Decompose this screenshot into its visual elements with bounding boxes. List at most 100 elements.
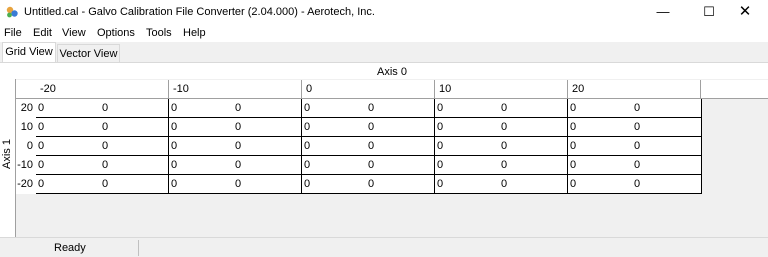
cell-value-axis0: 0 [437, 159, 444, 171]
axis0-label: Axis 0 [377, 66, 407, 78]
cell-value-axis1: 0 [634, 178, 641, 190]
grid-cell[interactable]: 00 [568, 137, 702, 156]
grid-cell[interactable]: 00 [435, 99, 568, 118]
row-header: -20 [16, 175, 36, 194]
cell-value-axis0: 0 [304, 159, 311, 171]
axis1-label: Axis 1 [0, 139, 13, 169]
grid-cell[interactable]: 00 [568, 156, 702, 175]
cell-value-axis0: 0 [171, 178, 178, 190]
cell-value-axis1: 0 [102, 178, 109, 190]
cell-value-axis1: 0 [235, 121, 242, 133]
cell-value-axis1: 0 [235, 178, 242, 190]
grid-cell[interactable]: 00 [36, 99, 169, 118]
grid-cell[interactable]: 00 [36, 118, 169, 137]
menu-tools[interactable]: Tools [146, 27, 172, 39]
cell-value-axis1: 0 [501, 140, 508, 152]
minimize-button[interactable]: — [640, 0, 686, 24]
row-header: 20 [16, 99, 36, 118]
table-row: 00 00 00 00 00 [36, 175, 702, 194]
grid-cell[interactable]: 00 [36, 156, 169, 175]
cell-value-axis0: 0 [570, 121, 577, 133]
grid-cell[interactable]: 00 [169, 175, 302, 194]
grid-cell[interactable]: 00 [435, 137, 568, 156]
menu-help[interactable]: Help [183, 27, 206, 39]
grid-cell[interactable]: 00 [302, 175, 435, 194]
cell-value-axis1: 0 [102, 159, 109, 171]
column-header: 10 [435, 80, 568, 99]
window-title: Untitled.cal - Galvo Calibration File Co… [24, 6, 375, 18]
view-tabs: Grid View Vector View [0, 42, 768, 62]
cell-value-axis0: 0 [437, 102, 444, 114]
title-bar: Untitled.cal - Galvo Calibration File Co… [0, 0, 768, 24]
cell-value-axis0: 0 [570, 140, 577, 152]
grid-cell[interactable]: 00 [302, 99, 435, 118]
cell-value-axis1: 0 [368, 159, 375, 171]
app-icon [6, 6, 18, 18]
grid-cell[interactable]: 00 [435, 156, 568, 175]
status-text: Ready [54, 242, 86, 254]
cell-value-axis1: 0 [368, 121, 375, 133]
cell-value-axis0: 0 [304, 102, 311, 114]
grid-cell[interactable]: 00 [36, 137, 169, 156]
row-header: 10 [16, 118, 36, 137]
grid-cell[interactable]: 00 [169, 156, 302, 175]
table-row: 00 00 00 00 00 [36, 99, 702, 118]
cell-value-axis0: 0 [570, 159, 577, 171]
cell-value-axis0: 0 [38, 178, 45, 190]
status-bar: Ready [0, 237, 768, 257]
cell-value-axis1: 0 [102, 121, 109, 133]
cell-value-axis0: 0 [171, 159, 178, 171]
cell-value-axis0: 0 [38, 102, 45, 114]
status-divider [138, 240, 139, 256]
grid-cell[interactable]: 00 [435, 175, 568, 194]
cell-value-axis0: 0 [304, 140, 311, 152]
grid-cell[interactable]: 00 [169, 137, 302, 156]
cell-value-axis0: 0 [570, 178, 577, 190]
table-row: 00 00 00 00 00 [36, 118, 702, 137]
cell-value-axis1: 0 [368, 102, 375, 114]
column-header: 0 [302, 80, 435, 99]
cell-value-axis1: 0 [501, 121, 508, 133]
menu-file[interactable]: File [4, 27, 22, 39]
cell-value-axis0: 0 [38, 159, 45, 171]
tab-vector-view[interactable]: Vector View [57, 44, 120, 62]
cell-value-axis1: 0 [102, 102, 109, 114]
menu-options[interactable]: Options [97, 27, 135, 39]
cell-value-axis0: 0 [171, 121, 178, 133]
menu-view[interactable]: View [62, 27, 86, 39]
table-row: 00 00 00 00 00 [36, 156, 702, 175]
column-header: -10 [169, 80, 302, 99]
grid-cell[interactable]: 00 [302, 118, 435, 137]
axis1-label-container: Axis 1 [0, 139, 16, 170]
cell-value-axis1: 0 [235, 140, 242, 152]
row-header: -10 [16, 156, 36, 175]
cell-value-axis0: 0 [38, 140, 45, 152]
grid-cell[interactable]: 00 [169, 118, 302, 137]
grid-cell[interactable]: 00 [568, 99, 702, 118]
grid-corner-header [16, 80, 36, 99]
cell-value-axis1: 0 [634, 159, 641, 171]
grid-cell[interactable]: 00 [435, 118, 568, 137]
menu-edit[interactable]: Edit [33, 27, 52, 39]
grid-cell[interactable]: 00 [302, 156, 435, 175]
cell-value-axis1: 0 [501, 102, 508, 114]
column-header: -20 [36, 80, 169, 99]
cell-value-axis0: 0 [38, 121, 45, 133]
table-row: 00 00 00 00 00 [36, 137, 702, 156]
cell-value-axis1: 0 [368, 178, 375, 190]
cell-value-axis1: 0 [634, 140, 641, 152]
column-header: 20 [568, 80, 701, 99]
column-header-filler [701, 80, 768, 99]
grid-cell[interactable]: 00 [36, 175, 169, 194]
tab-grid-view[interactable]: Grid View [2, 42, 56, 62]
grid-cell[interactable]: 00 [568, 175, 702, 194]
grid-cell[interactable]: 00 [302, 137, 435, 156]
cell-value-axis1: 0 [368, 140, 375, 152]
menu-bar: File Edit View Options Tools Help [0, 24, 768, 42]
row-header: 0 [16, 137, 36, 156]
grid-cell[interactable]: 00 [568, 118, 702, 137]
close-button[interactable]: ✕ [722, 0, 768, 24]
cell-value-axis0: 0 [171, 102, 178, 114]
grid-cell[interactable]: 00 [169, 99, 302, 118]
cell-value-axis1: 0 [102, 140, 109, 152]
